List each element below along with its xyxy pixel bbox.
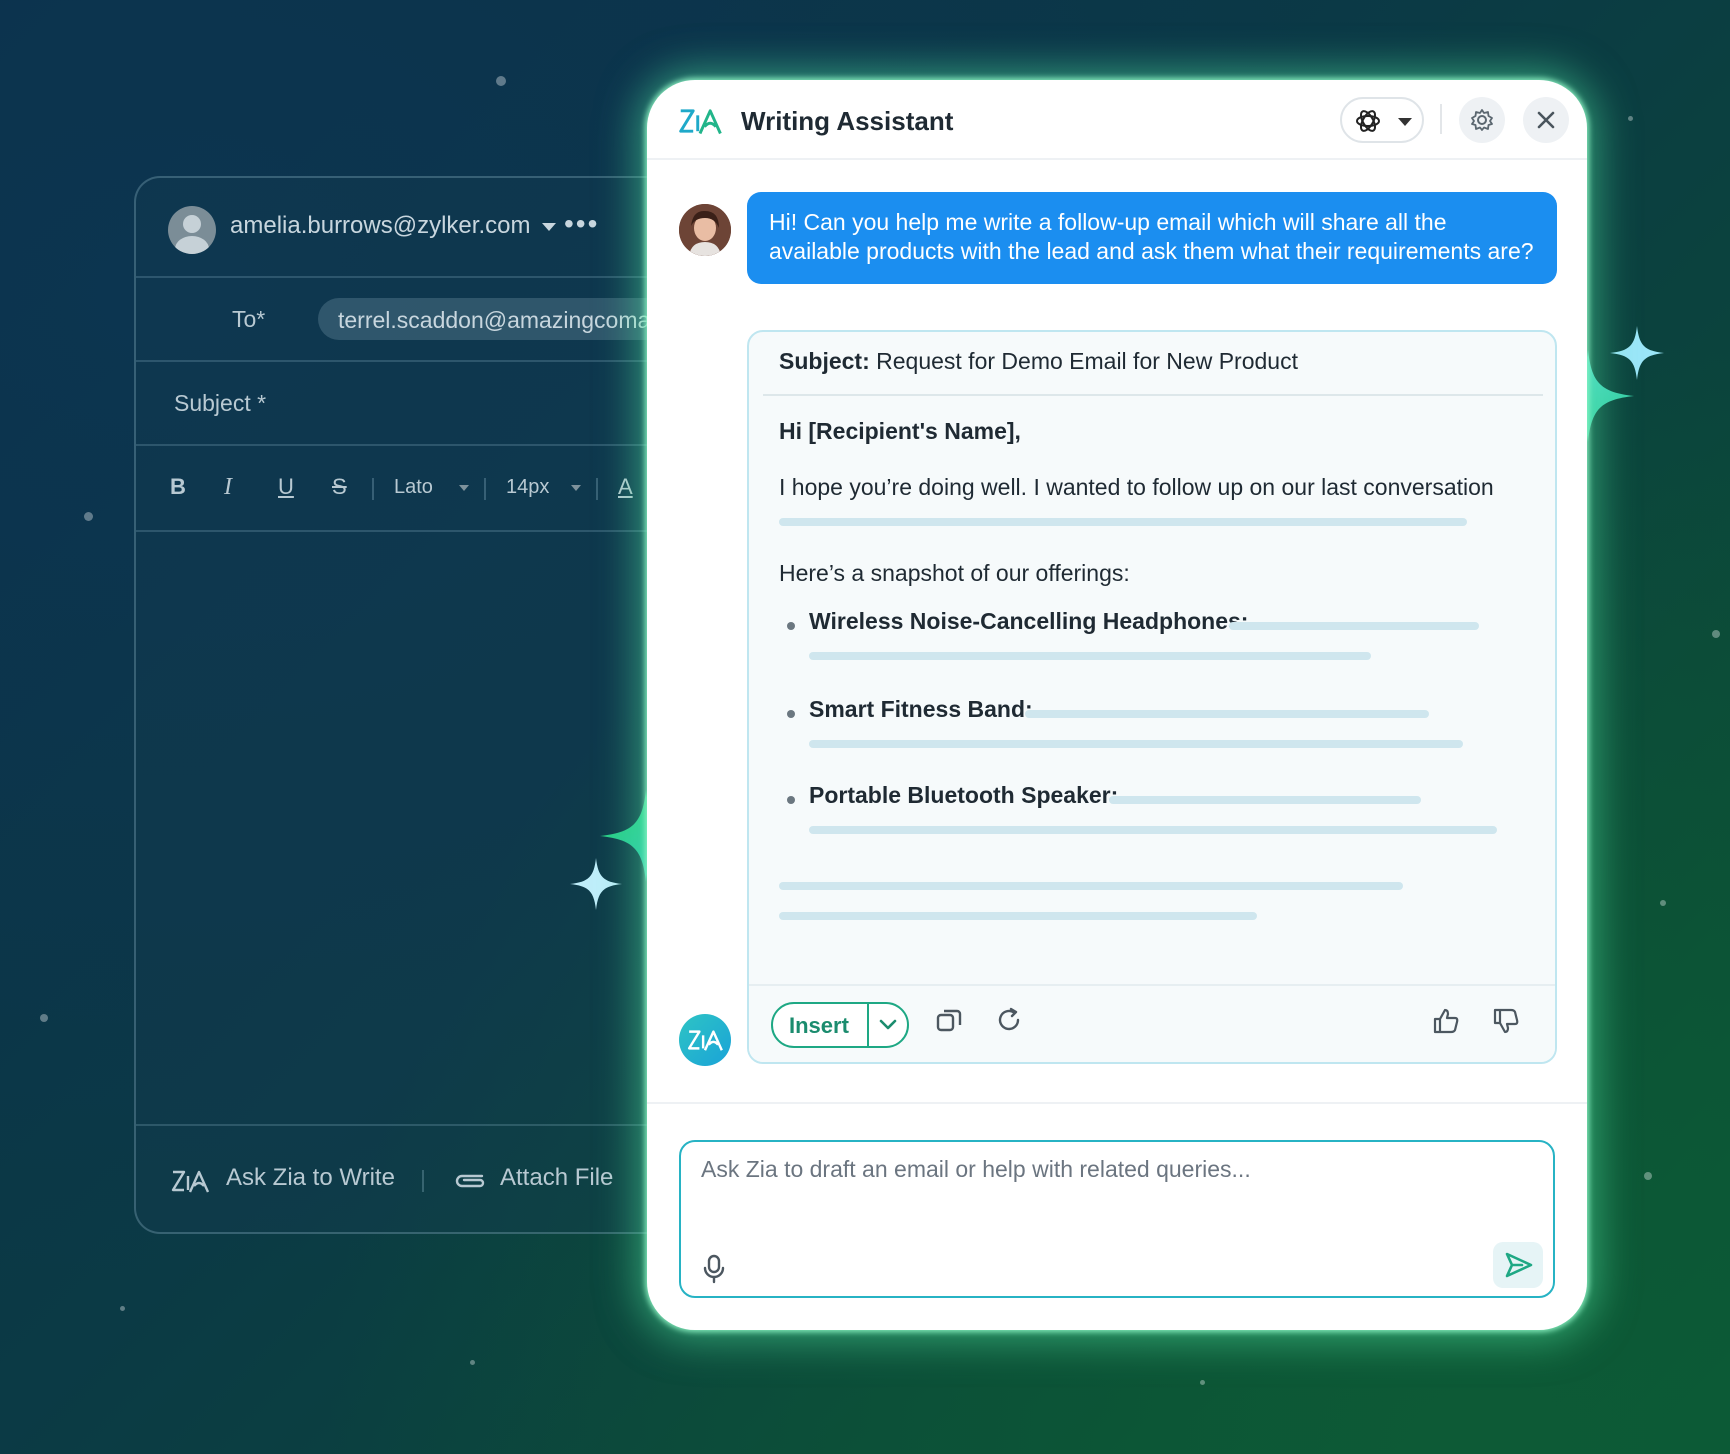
bullet [787,796,795,804]
thumbs-up-icon[interactable] [1431,1006,1461,1036]
chevron-down-icon [571,484,582,491]
writing-assistant-panel: Writing Assistant Hi! Can you help me wr… [647,80,1587,1330]
text-placeholder-bar [1109,796,1421,804]
greeting-text: Hi [Recipient's Name], [779,418,1021,444]
regenerate-icon[interactable] [995,1006,1023,1034]
compose-window: amelia.burrows@zylker.com ••• To* terrel… [134,176,694,1234]
send-button[interactable] [1493,1242,1543,1288]
thumbs-down-icon[interactable] [1491,1006,1521,1036]
toolbar-divider [596,478,598,500]
user-message-bubble: Hi! Can you help me write a follow-up em… [747,192,1557,284]
text-color-button[interactable]: A [618,474,633,500]
formatting-toolbar: B I U S Lato 14px A [136,446,692,532]
split-divider [867,1004,869,1046]
panel-title: Writing Assistant [741,106,954,136]
sparkle-icon [570,858,622,910]
microphone-icon[interactable] [703,1254,725,1284]
settings-button[interactable] [1459,97,1505,143]
header-divider [1440,104,1442,134]
send-icon [1505,1252,1533,1278]
font-size-select[interactable]: 14px [506,476,582,499]
paperclip-icon [455,1174,485,1188]
text-placeholder-bar [809,740,1463,748]
underline-button[interactable]: U [278,474,294,500]
chevron-down-icon [542,222,557,231]
bullet [787,622,795,630]
from-row: amelia.burrows@zylker.com ••• [136,178,692,278]
subject-divider [763,394,1543,396]
text-placeholder-bar [809,652,1371,660]
toolbar-divider [484,478,486,500]
response-card: Subject: Request for Demo Email for New … [747,330,1557,1064]
attach-file-button[interactable]: Attach File [500,1164,613,1192]
zia-logo-icon [679,109,722,135]
insert-button[interactable]: Insert [771,1002,909,1048]
zia-icon [687,1030,723,1051]
product-item: Wireless Noise-Cancelling Headphones: [809,608,1249,634]
model-selector[interactable] [1340,97,1424,143]
subject-field[interactable]: Subject * [174,390,266,417]
user-avatar [679,204,731,256]
snapshot-text: Here’s a snapshot of our offerings: [779,560,1130,586]
zia-icon [171,1170,210,1193]
font-family-select[interactable]: Lato [394,476,469,499]
intro-text: I hope you’re doing well. I wanted to fo… [779,474,1494,500]
text-placeholder-bar [779,912,1257,920]
sparkle-icon [1610,326,1664,380]
product-item: Portable Bluetooth Speaker: [809,782,1119,808]
sender-avatar [168,206,216,254]
product-item: Smart Fitness Band: [809,696,1033,722]
chevron-down-icon [458,484,469,491]
text-placeholder-bar [779,882,1403,890]
bullet [787,710,795,718]
close-button[interactable] [1523,97,1569,143]
to-row: To* terrel.scaddon@amazingcomapny.com [136,278,692,362]
response-subject: Subject: Request for Demo Email for New … [779,348,1298,374]
compose-footer: Ask Zia to Write Attach File [136,1124,692,1232]
bold-button[interactable]: B [170,474,186,500]
recipient-chip[interactable]: terrel.scaddon@amazingcomapny.com [318,298,692,340]
zia-bot-avatar [679,1014,731,1066]
gear-icon [1471,109,1493,131]
subject-row[interactable]: Subject * [136,362,692,446]
response-actions: Insert [749,984,1555,1062]
from-selector[interactable]: amelia.burrows@zylker.com [230,212,557,240]
prompt-input-box [679,1140,1555,1298]
ai-model-icon [1356,110,1380,132]
input-separator [647,1102,1587,1104]
toolbar-divider [372,478,374,500]
ask-zia-button[interactable]: Ask Zia to Write [226,1164,395,1192]
more-options-icon[interactable]: ••• [564,208,599,240]
to-label: To* [232,306,266,332]
text-placeholder-bar [1229,622,1479,630]
copy-icon[interactable] [935,1006,963,1034]
header-separator [647,158,1587,160]
strikethrough-button[interactable]: S [332,474,347,500]
text-placeholder-bar [809,826,1497,834]
text-placeholder-bar [1025,710,1429,718]
chevron-down-icon[interactable] [879,1018,897,1032]
prompt-input[interactable] [701,1156,1461,1216]
text-placeholder-bar [779,518,1467,526]
close-icon [1537,111,1555,129]
footer-divider [422,1170,424,1192]
chevron-down-icon [1398,118,1412,126]
italic-button[interactable]: I [224,474,232,501]
